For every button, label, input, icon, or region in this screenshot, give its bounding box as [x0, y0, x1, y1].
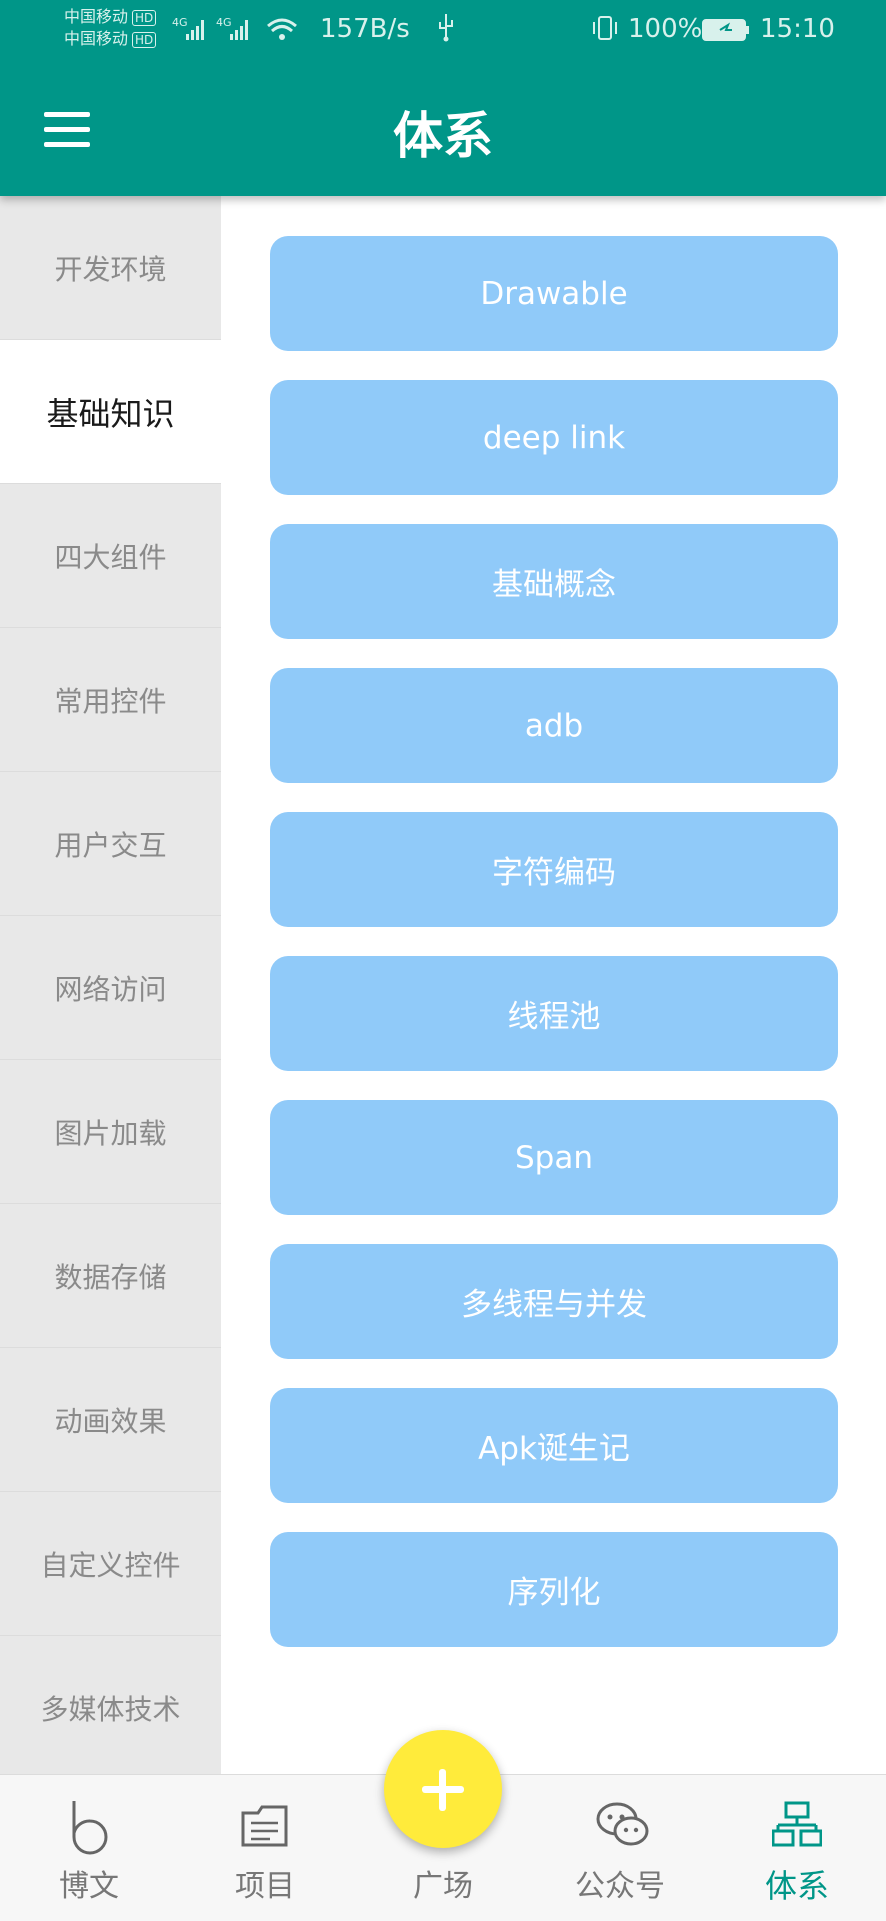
- subcategory-button[interactable]: Drawable: [270, 236, 838, 351]
- nav-label: 体系: [764, 1867, 829, 1905]
- category-sidebar: 开发环境 基础知识 四大组件 常用控件 用户交互 网络访问 图片加载 数据存储 …: [0, 196, 221, 1780]
- sidebar-item[interactable]: 动画效果: [0, 1348, 221, 1492]
- hierarchy-icon: [771, 1799, 823, 1855]
- subcategory-button[interactable]: 序列化: [270, 1532, 838, 1647]
- subcategory-button[interactable]: Apk诞生记: [270, 1388, 838, 1503]
- subcategory-list: Drawable deep link 基础概念 adb 字符编码 线程池 Spa…: [221, 196, 886, 1774]
- hd-badge: HD: [132, 32, 157, 48]
- plus-icon: [439, 1769, 446, 1811]
- sidebar-item-active[interactable]: 基础知识: [0, 340, 221, 484]
- sidebar-item[interactable]: 网络访问: [0, 916, 221, 1060]
- page-title: 体系: [393, 107, 493, 165]
- subcategory-button[interactable]: deep link: [270, 380, 838, 495]
- blog-b-icon: [64, 1799, 114, 1855]
- sidebar-item[interactable]: 四大组件: [0, 484, 221, 628]
- nav-label: 广场: [413, 1869, 473, 1904]
- net-speed: 157B/s: [320, 14, 410, 44]
- hd-badge: HD: [132, 10, 157, 26]
- subcategory-button[interactable]: Span: [270, 1100, 838, 1215]
- subcategory-button[interactable]: 基础概念: [270, 524, 838, 639]
- nav-label: 公众号: [575, 1869, 665, 1904]
- subcategory-button[interactable]: 线程池: [270, 956, 838, 1071]
- add-button[interactable]: [384, 1730, 502, 1848]
- subcategory-button[interactable]: 字符编码: [270, 812, 838, 927]
- sidebar-item[interactable]: 多媒体技术: [0, 1636, 221, 1780]
- clock: 15:10: [760, 14, 835, 44]
- nav-wechat[interactable]: 公众号: [560, 1775, 680, 1921]
- carrier-info: 中国移动 HD 中国移动 HD: [64, 6, 157, 50]
- svg-text:4G: 4G: [172, 16, 188, 29]
- app-bar: 中国移动 HD 中国移动 HD 4G 4G 157B/s 100% 15:10 …: [0, 0, 886, 196]
- nav-label: 项目: [235, 1869, 295, 1904]
- vibrate-icon: [590, 14, 620, 51]
- subcategory-button[interactable]: adb: [270, 668, 838, 783]
- battery-icon: [702, 18, 750, 49]
- usb-icon: [436, 12, 456, 49]
- wechat-icon: [595, 1799, 649, 1855]
- carrier-1: 中国移动: [64, 7, 129, 26]
- status-bar: 中国移动 HD 中国移动 HD 4G 4G 157B/s 100% 15:10: [0, 0, 886, 60]
- subcategory-button[interactable]: 多线程与并发: [270, 1244, 838, 1359]
- nav-label: 博文: [59, 1869, 119, 1904]
- sidebar-item[interactable]: 自定义控件: [0, 1492, 221, 1636]
- signal-icon: 4G 4G: [172, 14, 312, 51]
- sidebar-item[interactable]: 数据存储: [0, 1204, 221, 1348]
- sidebar-item[interactable]: 图片加载: [0, 1060, 221, 1204]
- sidebar-item[interactable]: 开发环境: [0, 196, 221, 340]
- sidebar-item[interactable]: 常用控件: [0, 628, 221, 772]
- carrier-2: 中国移动: [64, 29, 129, 48]
- sidebar-item[interactable]: 用户交互: [0, 772, 221, 916]
- nav-system[interactable]: 体系: [737, 1775, 857, 1921]
- battery-percent: 100%: [628, 14, 703, 44]
- folder-icon: [240, 1799, 290, 1855]
- nav-blog[interactable]: 博文: [29, 1775, 149, 1921]
- nav-project[interactable]: 项目: [205, 1775, 325, 1921]
- svg-text:4G: 4G: [216, 16, 232, 29]
